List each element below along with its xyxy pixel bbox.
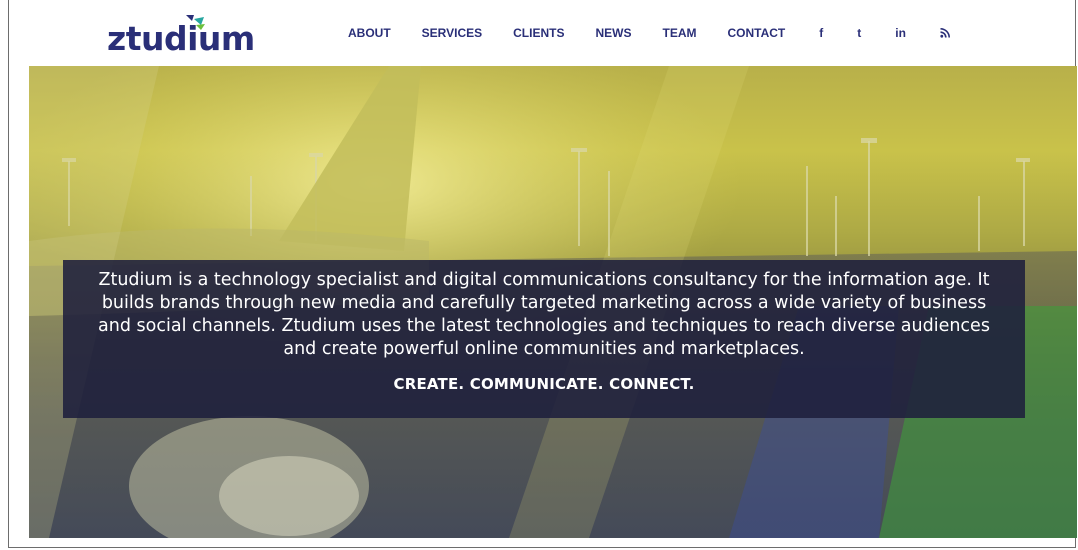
social-links: f t in [819,26,984,40]
main-nav: ABOUT SERVICES CLIENTS NEWS TEAM CONTACT… [348,26,984,40]
hero-banner: Ztudium is a technology specialist and d… [29,66,1077,538]
logo-leaf-icon [186,15,205,30]
rss-glyph [940,28,950,38]
linkedin-icon[interactable]: in [895,26,906,40]
facebook-icon[interactable]: f [819,26,823,40]
logo-wordmark: ztudium [107,19,255,58]
tumblr-icon[interactable]: t [857,26,861,40]
nav-contact[interactable]: CONTACT [727,26,785,40]
page-frame: ztudium ABOUT SERVICES CLIENTS NEWS TEAM… [8,0,1077,548]
intro-description: Ztudium is a technology specialist and d… [98,270,990,359]
nav-news[interactable]: NEWS [595,26,631,40]
intro-tagline: CREATE. COMMUNICATE. CONNECT. [393,375,695,393]
nav-clients[interactable]: CLIENTS [513,26,564,40]
nav-team[interactable]: TEAM [662,26,696,40]
nav-services[interactable]: SERVICES [422,26,482,40]
site-header: ztudium ABOUT SERVICES CLIENTS NEWS TEAM… [9,0,1075,66]
intro-panel: Ztudium is a technology specialist and d… [63,260,1025,418]
site-logo[interactable]: ztudium [107,10,257,60]
rss-icon[interactable] [940,28,950,38]
nav-about[interactable]: ABOUT [348,26,391,40]
